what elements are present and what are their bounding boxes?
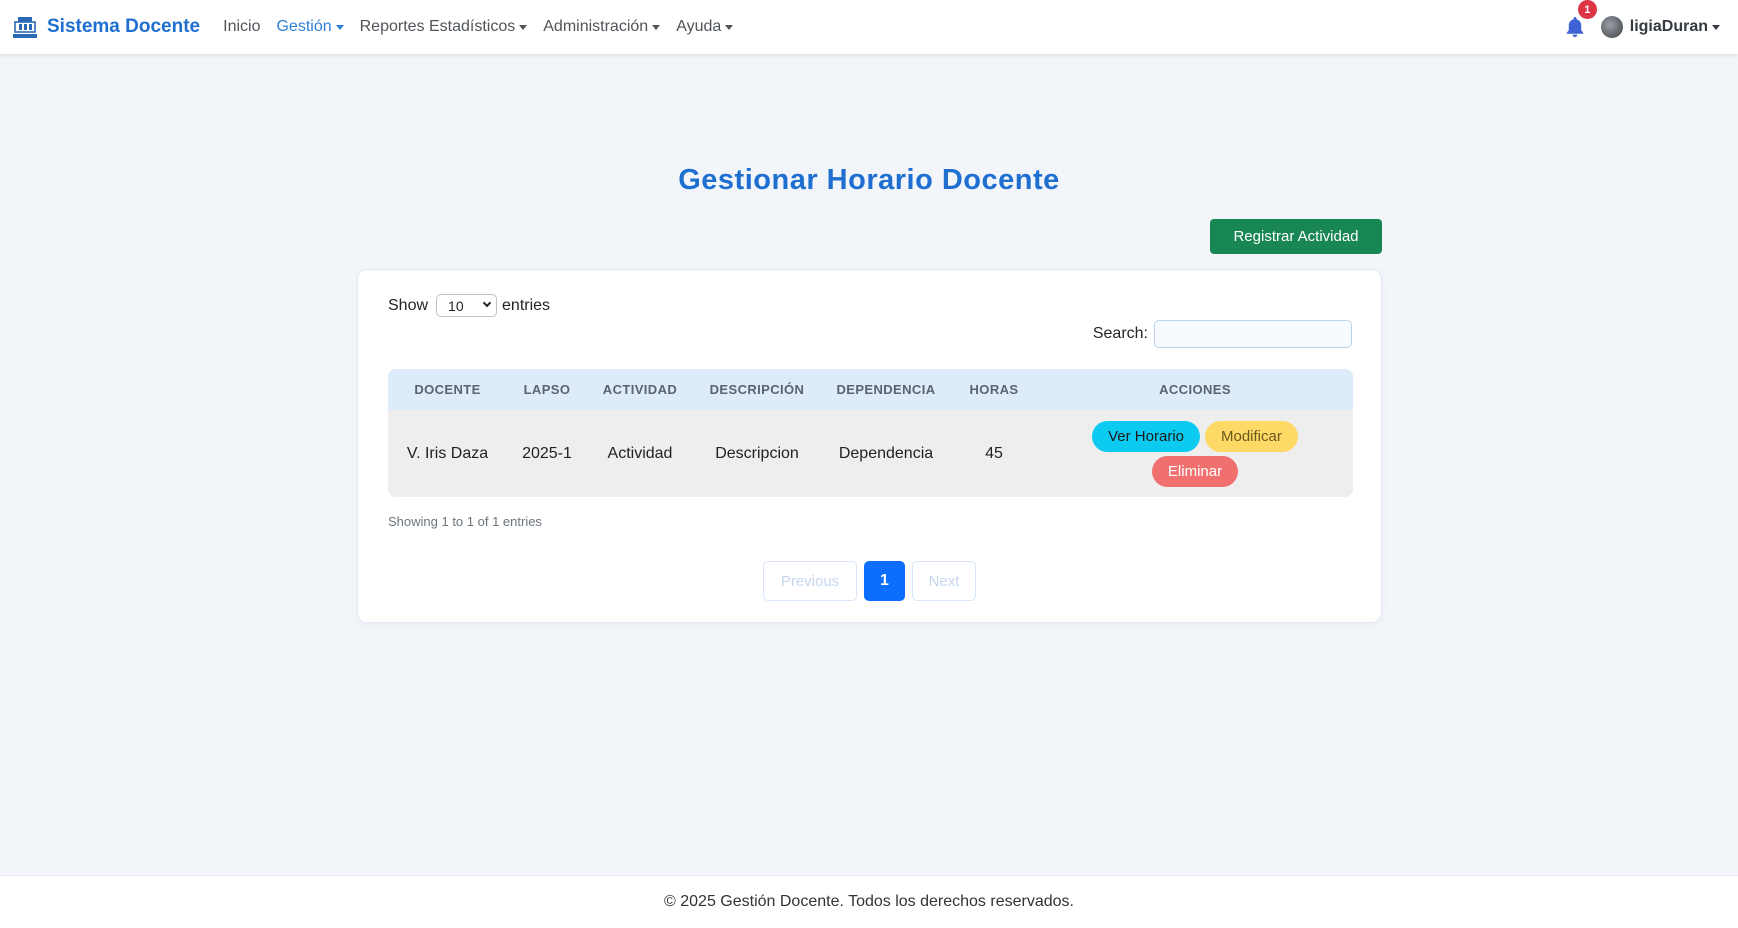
caret-down-icon (1712, 24, 1720, 30)
show-label: Show (388, 296, 429, 314)
caret-down-icon (725, 24, 734, 30)
caret-down-icon (519, 24, 528, 30)
column-header-docente[interactable]: DOCENTE (388, 382, 507, 397)
caret-down-icon (652, 24, 661, 30)
next-page-button[interactable]: Next (912, 561, 976, 601)
nav-item-reportes[interactable]: Reportes Estadísticos (360, 18, 528, 36)
nav-item-label: Administración (543, 18, 649, 35)
nav-item-inicio[interactable]: Inicio (223, 18, 260, 36)
cell-actividad: Actividad (607, 444, 673, 462)
row-actions: Ver Horario Modificar Eliminar (1090, 420, 1300, 487)
table-card: Show 10 entries Search: DOCENTE LAPSO AC… (357, 269, 1382, 623)
column-header-actividad[interactable]: ACTIVIDAD (587, 382, 693, 397)
top-navbar: Sistema Docente Inicio Gestión Reportes … (0, 0, 1738, 54)
cell-dependencia: Dependencia (838, 444, 934, 462)
column-header-lapso[interactable]: LAPSO (507, 382, 587, 397)
page-button-1[interactable]: 1 (864, 561, 905, 601)
cell-lapso: 2025-1 (522, 444, 572, 462)
nav-item-administracion[interactable]: Administración (543, 18, 661, 36)
navbar-right: 1 ligiaDuran (1563, 0, 1720, 54)
column-header-dependencia[interactable]: DEPENDENCIA (821, 382, 951, 397)
pagination: Previous 1 Next (763, 561, 983, 601)
caret-down-icon (335, 24, 344, 30)
column-header-horas[interactable]: HORAS (951, 382, 1037, 397)
cell-acciones: Ver Horario Modificar Eliminar (1037, 420, 1353, 487)
footer: © 2025 Gestión Docente. Todos los derech… (0, 875, 1738, 928)
entries-label: entries (502, 296, 551, 314)
nav-item-label: Gestión (276, 18, 332, 35)
cell-horas: 45 (985, 444, 1003, 462)
view-schedule-button[interactable]: Ver Horario (1092, 420, 1200, 452)
cell-docente: V. Iris Daza (406, 444, 489, 462)
brand-link[interactable]: Sistema Docente (12, 14, 200, 40)
nav-item-gestion[interactable]: Gestión (276, 18, 344, 36)
main-menu: Inicio Gestión Reportes Estadísticos Adm… (223, 18, 749, 36)
search-input[interactable] (1154, 320, 1352, 348)
edit-button[interactable]: Modificar (1205, 420, 1298, 452)
table-row: V. Iris Daza 2025-1 Actividad Descripcio… (388, 410, 1353, 497)
university-logo-icon (12, 14, 38, 40)
notifications-button[interactable]: 1 (1563, 0, 1597, 39)
column-header-descripcion[interactable]: DESCRIPCIÓN (693, 382, 821, 397)
table-header: DOCENTE LAPSO ACTIVIDAD DESCRIPCIÓN DEPE… (388, 369, 1353, 410)
entries-length-select[interactable]: 10 (436, 294, 498, 317)
nav-item-ayuda[interactable]: Ayuda (676, 18, 734, 36)
user-menu[interactable]: ligiaDuran (1600, 16, 1720, 38)
nav-item-label: Inicio (223, 18, 261, 35)
entries-length-value: 10 (448, 297, 464, 314)
search-label: Search: (1092, 325, 1148, 342)
column-header-acciones: ACCIONES (1159, 382, 1231, 397)
nav-item-label: Ayuda (676, 18, 722, 35)
footer-text: © 2025 Gestión Docente. Todos los derech… (664, 893, 1074, 910)
cell-descripcion: Descripcion (715, 444, 799, 462)
user-name: ligiaDuran (1629, 18, 1708, 35)
notification-count-badge: 1 (1577, 0, 1597, 19)
page-title: Gestionar Horario Docente (678, 164, 1060, 196)
bell-icon (1563, 17, 1587, 43)
register-activity-button[interactable]: Registrar Actividad (1210, 219, 1382, 254)
previous-page-button[interactable]: Previous (763, 561, 857, 601)
schedule-table: DOCENTE LAPSO ACTIVIDAD DESCRIPCIÓN DEPE… (388, 369, 1353, 497)
brand-name: Sistema Docente (47, 16, 201, 37)
table-info: Showing 1 to 1 of 1 entries (388, 514, 542, 529)
entries-length-control: Show 10 entries (388, 294, 550, 317)
delete-button[interactable]: Eliminar (1151, 455, 1239, 487)
chevron-down-icon (482, 298, 492, 308)
nav-item-label: Reportes Estadísticos (359, 18, 516, 35)
search-control: Search: (1093, 320, 1352, 348)
avatar (1600, 16, 1623, 38)
